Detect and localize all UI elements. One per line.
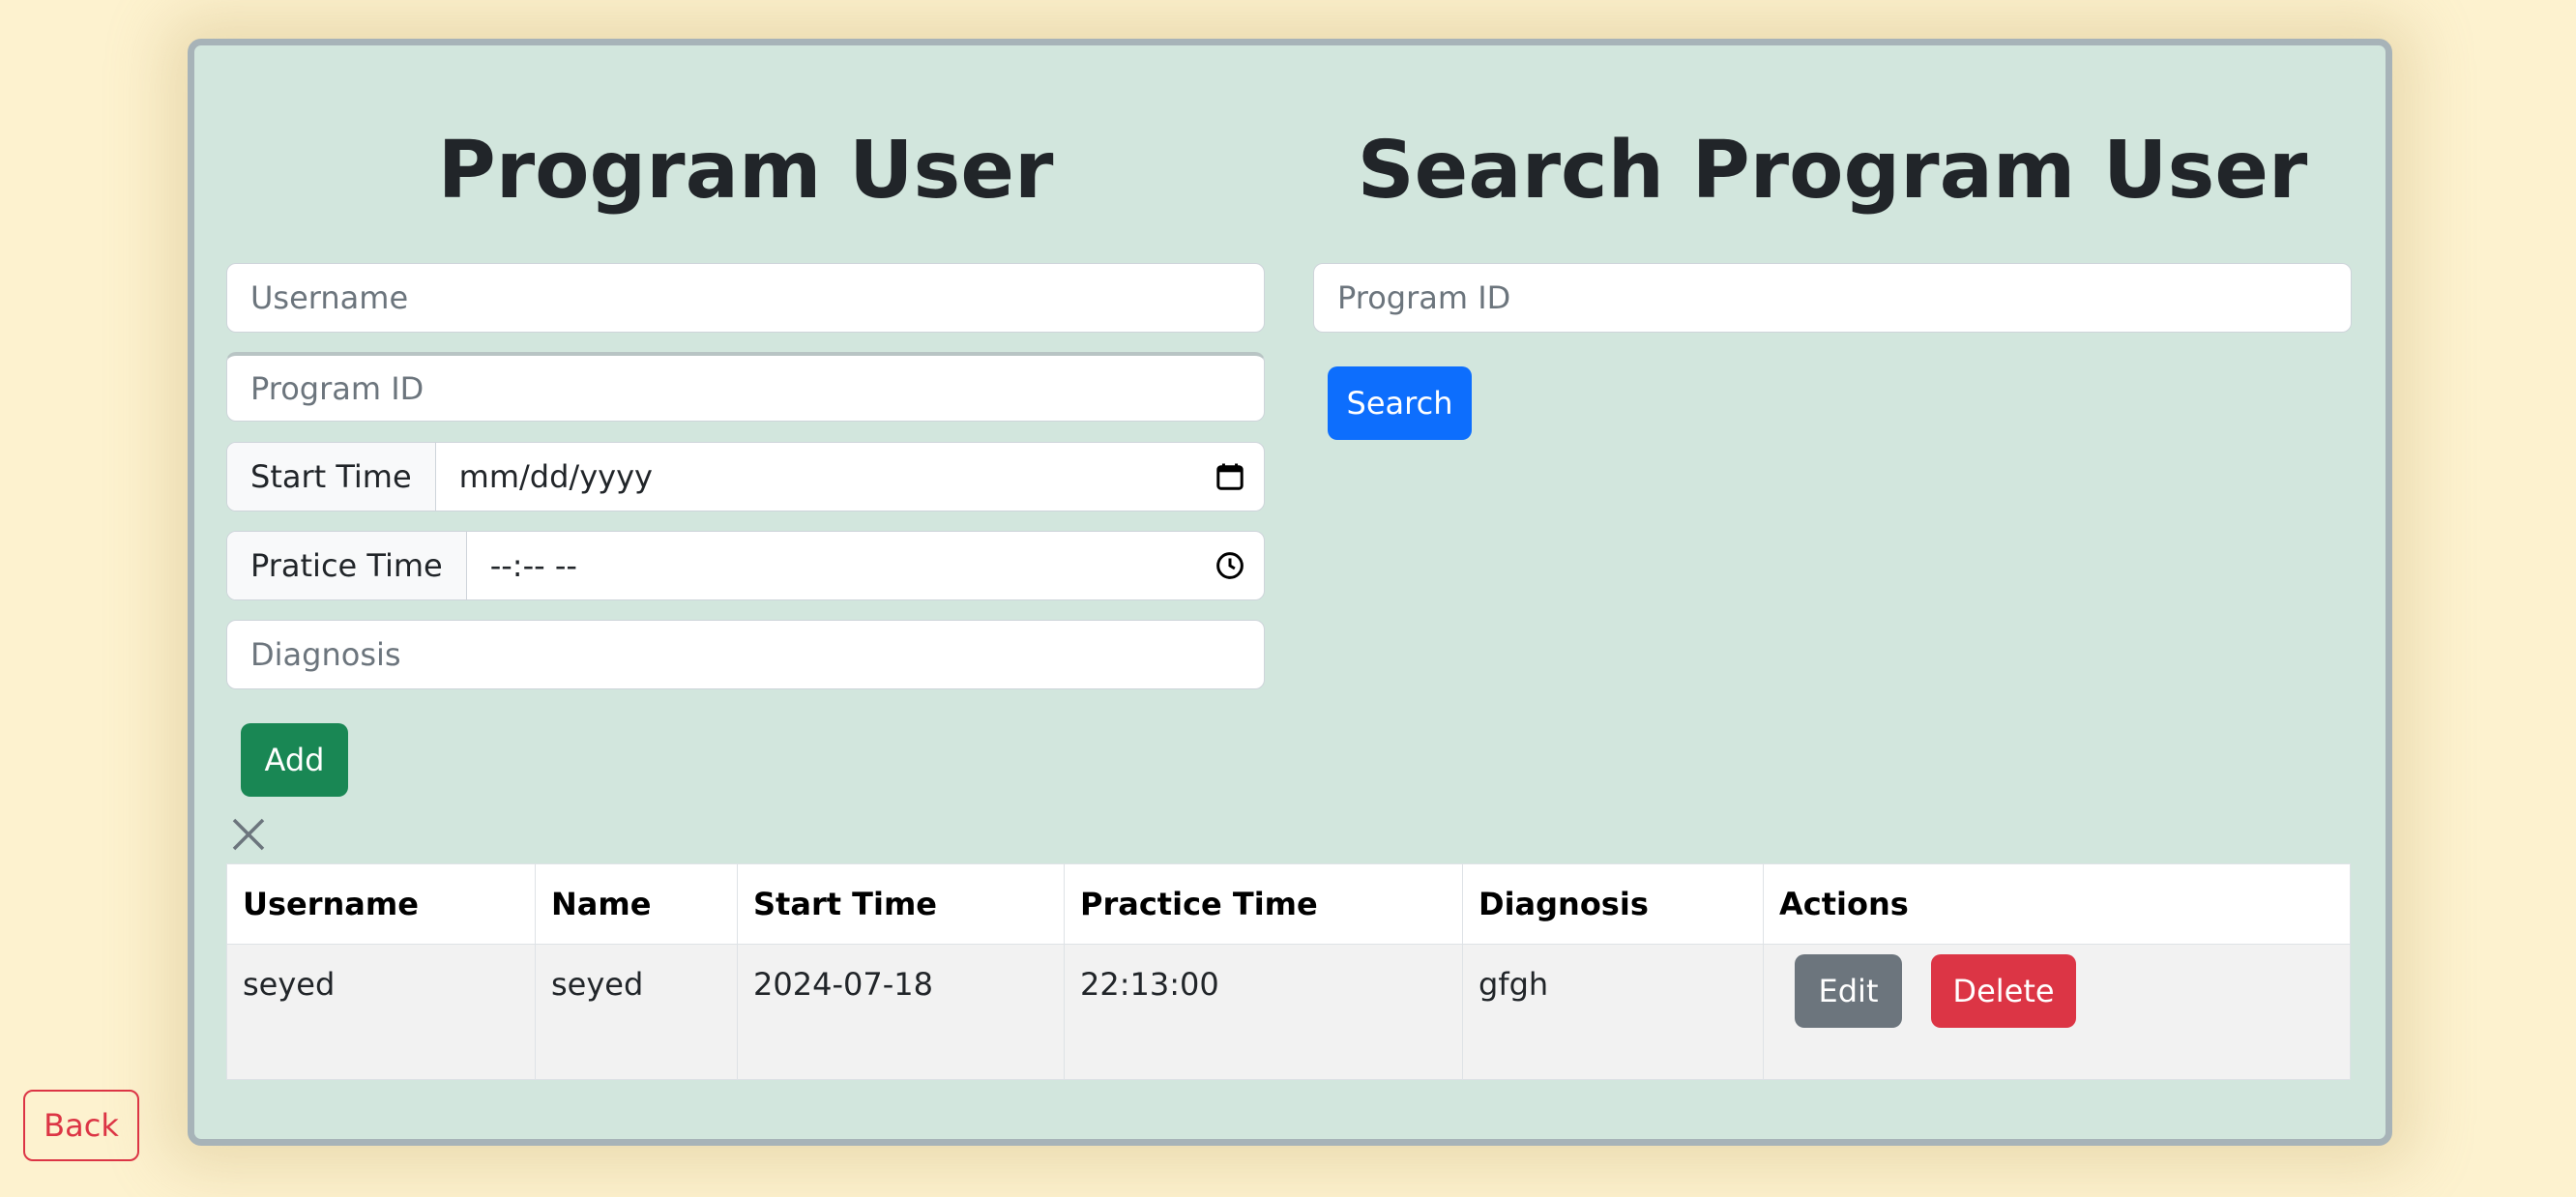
cell-name: seyed [535,944,738,1080]
add-button[interactable]: Add [241,723,348,797]
username-placeholder: Username [250,279,409,316]
header-name: Name [535,863,738,945]
diagnosis-placeholder: Diagnosis [250,636,401,673]
practice-time-label: Pratice Time [227,532,467,599]
table-row: seyed seyed 2024-07-18 22:13:00 gfgh Edi… [226,944,2351,1080]
cell-username: seyed [226,944,536,1080]
close-icon[interactable] [231,817,266,852]
start-time-date-input[interactable]: mm/dd/yyyy [436,458,1196,495]
calendar-icon[interactable] [1196,462,1264,491]
cell-practice-time: 22:13:00 [1064,944,1463,1080]
back-button[interactable]: Back [23,1090,139,1161]
practice-time-input[interactable]: --:-- -- [467,547,1196,584]
diagnosis-input[interactable]: Diagnosis [226,620,1265,689]
cell-start-time: 2024-07-18 [737,944,1065,1080]
table-header-row: Username Name Start Time Practice Time D… [226,863,2351,945]
search-program-id-input[interactable]: Program ID [1313,263,2352,333]
header-start-time: Start Time [737,863,1065,945]
header-actions: Actions [1763,863,2351,945]
start-time-group: Start Time mm/dd/yyyy [226,442,1265,511]
program-id-input[interactable]: Program ID [226,352,1265,422]
username-input[interactable]: Username [226,263,1265,333]
clock-icon[interactable] [1196,551,1264,580]
cell-diagnosis: gfgh [1462,944,1764,1080]
program-user-title: Program User [437,125,1054,217]
header-username: Username [226,863,536,945]
delete-button[interactable]: Delete [1931,954,2076,1028]
search-program-user-title: Search Program User [1357,125,2308,217]
edit-button[interactable]: Edit [1795,954,1902,1028]
practice-time-group: Pratice Time --:-- -- [226,531,1265,600]
search-program-id-placeholder: Program ID [1337,279,1511,316]
cell-actions: Edit Delete [1763,944,2351,1080]
start-time-label: Start Time [227,443,436,511]
header-diagnosis: Diagnosis [1462,863,1764,945]
header-practice-time: Practice Time [1064,863,1463,945]
search-button[interactable]: Search [1328,366,1472,440]
program-users-table: Username Name Start Time Practice Time D… [226,863,2351,1080]
row-action-buttons: Edit Delete [1779,954,2334,1028]
program-id-placeholder: Program ID [250,369,424,407]
